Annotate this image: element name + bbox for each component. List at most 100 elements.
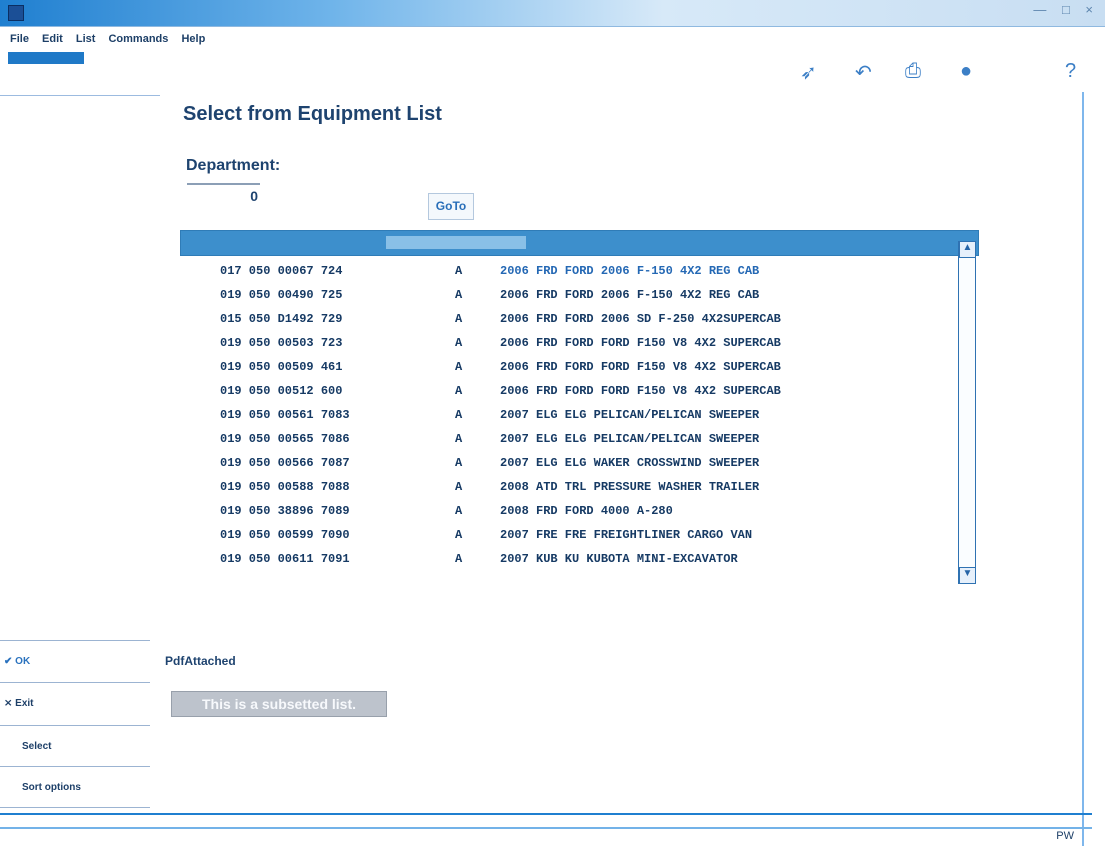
- ok-button[interactable]: ✔ OK: [4, 656, 30, 667]
- user-banner: [8, 52, 84, 64]
- table-row[interactable]: 019 050 00490 725 A 2006 FRD FORD 2006 F…: [210, 285, 958, 307]
- table-row[interactable]: 019 050 00561 7083 A 2007 ELG ELG PELICA…: [210, 405, 958, 427]
- select-button[interactable]: Select: [22, 741, 51, 752]
- equipment-description: 2006 FRD FORD FORD F150 V8 4X2 SUPERCAB: [500, 336, 781, 350]
- equipment-description: 2008 FRD FORD 4000 A-280: [500, 504, 673, 518]
- menu-list[interactable]: List: [76, 33, 96, 45]
- equipment-description: 2006 FRD FORD 2006 SD F-250 4X2SUPERCAB: [500, 312, 781, 326]
- command-panel: ✔ OK ⨯ Exit Select Sort options: [0, 640, 156, 812]
- equipment-code: 019 050 00565 7086: [220, 432, 350, 446]
- status-divider: [0, 827, 1092, 829]
- ok-label: OK: [15, 656, 31, 667]
- checkmark-icon: ✔: [4, 656, 13, 667]
- panel-divider: [0, 766, 150, 767]
- table-row[interactable]: 015 050 D1492 729 A 2006 FRD FORD 2006 S…: [210, 309, 958, 331]
- app-icon: [8, 5, 24, 21]
- equipment-description: 2006 FRD FORD 2006 F-150 4X2 REG CAB: [500, 288, 760, 302]
- equipment-status: A: [455, 528, 463, 542]
- header-segment: [386, 236, 526, 249]
- exit-icon: ⨯: [4, 698, 13, 709]
- equipment-code: 019 050 00512 600: [220, 384, 343, 398]
- save-icon[interactable]: ●: [960, 60, 972, 83]
- table-row[interactable]: 019 050 00588 7088 A 2008 ATD TRL PRESSU…: [210, 477, 958, 499]
- title-bar: — □ ×: [0, 0, 1105, 27]
- equipment-code: 015 050 D1492 729: [220, 312, 343, 326]
- table-row[interactable]: 019 050 00566 7087 A 2007 ELG ELG WAKER …: [210, 453, 958, 475]
- window-border: [1082, 92, 1084, 846]
- equipment-status: A: [455, 408, 463, 422]
- table-row[interactable]: 019 050 00503 723 A 2006 FRD FORD FORD F…: [210, 333, 958, 355]
- table-row[interactable]: 019 050 00509 461 A 2006 FRD FORD FORD F…: [210, 357, 958, 379]
- table-row[interactable]: 017 050 00067 724 A 2006 FRD FORD 2006 F…: [210, 261, 958, 283]
- equipment-status: A: [455, 456, 463, 470]
- nav-divider: [0, 95, 160, 96]
- equipment-status: A: [455, 432, 463, 446]
- menu-commands[interactable]: Commands: [108, 33, 168, 45]
- equipment-description: 2007 ELG ELG WAKER CROSSWIND SWEEPER: [500, 456, 760, 470]
- pointer-icon[interactable]: ➶: [800, 60, 817, 85]
- panel-divider: [0, 807, 150, 808]
- equipment-description: 2007 ELG ELG PELICAN/PELICAN SWEEPER: [500, 408, 760, 422]
- page-title: Select from Equipment List: [183, 103, 442, 125]
- table-row[interactable]: 019 050 00611 7091 A 2007 KUB KU KUBOTA …: [210, 549, 958, 571]
- equipment-code: 019 050 00599 7090: [220, 528, 350, 542]
- table-row[interactable]: 019 050 38896 7089 A 2008 FRD FORD 4000 …: [210, 501, 958, 523]
- status-divider: [0, 813, 1092, 815]
- equipment-description: 2006 FRD FORD FORD F150 V8 4X2 SUPERCAB: [500, 384, 781, 398]
- sort-options-button[interactable]: Sort options: [22, 782, 81, 793]
- equipment-code: 019 050 00566 7087: [220, 456, 350, 470]
- panel-divider: [0, 640, 150, 641]
- equipment-description: 2006 FRD FORD FORD F150 V8 4X2 SUPERCAB: [500, 360, 781, 374]
- equipment-code: 019 050 00611 7091: [220, 552, 350, 566]
- equipment-description: 2008 ATD TRL PRESSURE WASHER TRAILER: [500, 480, 760, 494]
- status-bar: PW: [0, 813, 1092, 846]
- scroll-up-icon[interactable]: ▲: [959, 241, 976, 258]
- equipment-description: 2007 KUB KU KUBOTA MINI-EXCAVATOR: [500, 552, 738, 566]
- equipment-code: 019 050 00588 7088: [220, 480, 350, 494]
- equipment-status: A: [455, 312, 463, 326]
- exit-button[interactable]: ⨯ Exit: [4, 698, 34, 709]
- equipment-code: 019 050 38896 7089: [220, 504, 350, 518]
- equipment-status: A: [455, 552, 463, 566]
- equipment-list: 017 050 00067 724 A 2006 FRD FORD 2006 F…: [210, 261, 958, 585]
- subset-banner: This is a subsetted list.: [171, 691, 387, 717]
- equipment-code: 019 050 00490 725: [220, 288, 343, 302]
- table-row[interactable]: 019 050 00565 7086 A 2007 ELG ELG PELICA…: [210, 429, 958, 451]
- department-label: Department:: [186, 157, 281, 174]
- panel-divider: [0, 725, 150, 726]
- equipment-status: A: [455, 504, 463, 518]
- menu-file[interactable]: File: [10, 33, 29, 45]
- department-input[interactable]: [187, 183, 260, 207]
- equipment-status: A: [455, 336, 463, 350]
- pdf-attached-label: PdfAttached: [165, 654, 236, 668]
- scroll-down-icon[interactable]: ▼: [959, 567, 976, 584]
- menu-edit[interactable]: Edit: [42, 33, 63, 45]
- window-controls[interactable]: — □ ×: [1033, 2, 1099, 17]
- back-icon[interactable]: ↶: [855, 60, 872, 85]
- equipment-description: 2007 FRE FRE FREIGHTLINER CARGO VAN: [500, 528, 753, 542]
- toolbar: ➶ ↶ ⎙ ● ?: [800, 60, 1100, 96]
- equipment-status: A: [455, 360, 463, 374]
- equipment-code: 017 050 00067 724: [220, 264, 343, 278]
- exit-label: Exit: [15, 698, 34, 709]
- equipment-code: 019 050 00503 723: [220, 336, 343, 350]
- table-row[interactable]: 019 050 00599 7090 A 2007 FRE FRE FREIGH…: [210, 525, 958, 547]
- equipment-status: A: [455, 384, 463, 398]
- equipment-code: 019 050 00561 7083: [220, 408, 350, 422]
- list-header: [180, 230, 979, 256]
- equipment-status: A: [455, 288, 463, 302]
- menu-help[interactable]: Help: [181, 33, 205, 45]
- list-scrollbar[interactable]: ▲ ▼: [958, 241, 976, 584]
- equipment-status: A: [455, 264, 463, 278]
- equipment-code: 019 050 00509 461: [220, 360, 343, 374]
- equipment-status: A: [455, 480, 463, 494]
- printer-icon[interactable]: ⎙: [905, 60, 921, 83]
- status-text: PW: [1056, 830, 1074, 842]
- goto-button[interactable]: GoTo: [428, 193, 474, 220]
- panel-divider: [0, 682, 150, 683]
- equipment-description: 2006 FRD FORD 2006 F-150 4X2 REG CAB: [500, 264, 760, 278]
- equipment-description: 2007 ELG ELG PELICAN/PELICAN SWEEPER: [500, 432, 760, 446]
- help-icon[interactable]: ?: [1065, 60, 1076, 83]
- table-row[interactable]: 019 050 00512 600 A 2006 FRD FORD FORD F…: [210, 381, 958, 403]
- menu-bar: File Edit List Commands Help: [0, 28, 700, 50]
